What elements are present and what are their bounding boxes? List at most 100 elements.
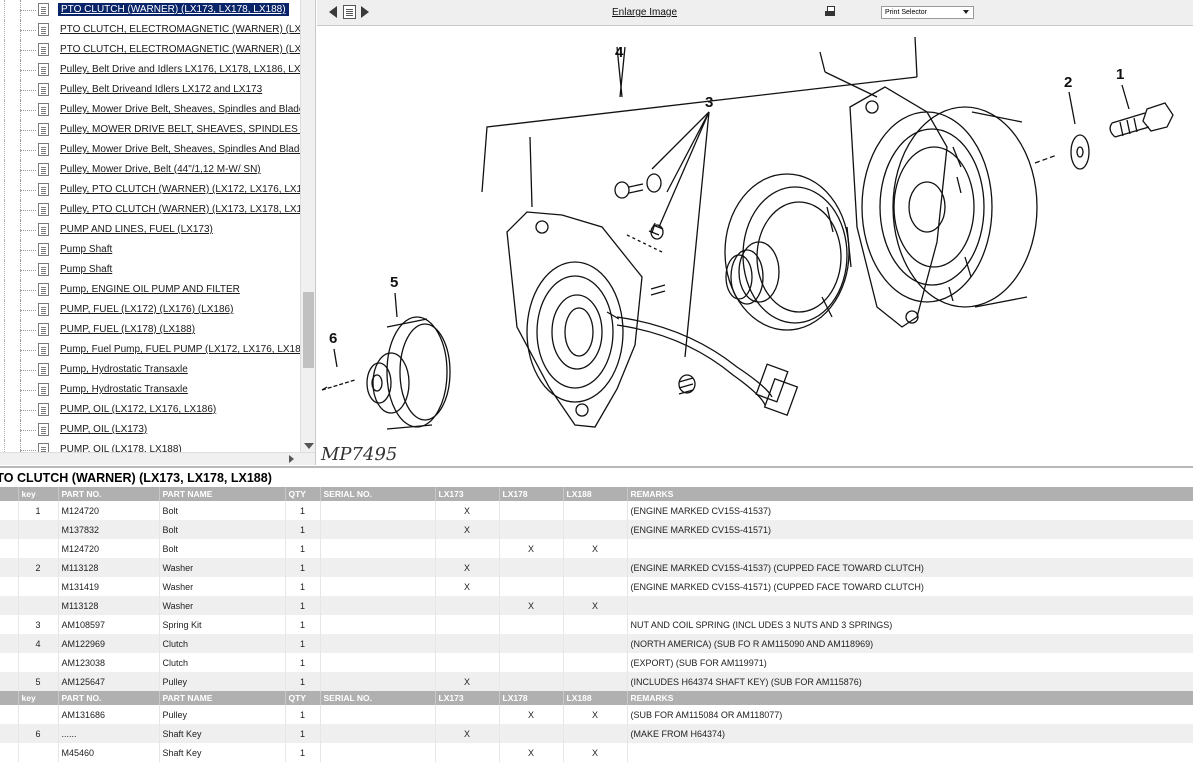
tree-vertical-scrollbar[interactable] (300, 0, 315, 452)
table-row[interactable]: 6...... Shaft Key 1 X (MAKE FROM H64374) (0, 724, 1193, 743)
tree-item-label[interactable]: Pulley, Belt Drive and Idlers LX176, LX1… (60, 63, 300, 76)
previous-arrow-icon[interactable] (329, 4, 339, 20)
key-cell (18, 577, 59, 596)
next-arrow-icon[interactable] (361, 4, 371, 20)
tree-item-label[interactable]: Pump Shaft (60, 243, 112, 256)
table-row[interactable]: M137832 Bolt 1 X (ENGINE MARKED CV15S-41571) (0, 520, 1193, 539)
enlarge-image-link[interactable]: Enlarge Image (612, 7, 677, 18)
column-header: PART NAME (159, 487, 286, 501)
tree-item-label[interactable]: Pulley, Mower Drive Belt, Sheaves, Spind… (60, 103, 300, 116)
tree-item[interactable]: Pump Shaft (0, 240, 300, 260)
tree-item[interactable]: PUMP, OIL (LX178, LX188) (0, 440, 300, 452)
tree-item[interactable]: PUMP, FUEL (LX178) (LX188) (0, 320, 300, 340)
tree-item[interactable]: Pulley, MOWER DRIVE BELT, SHEAVES, SPIND… (0, 120, 300, 140)
table-row[interactable]: 4 AM122969 Clutch 1 (NORTH AMERICA) (SUB FO … (0, 634, 1193, 653)
table-row[interactable]: 3 AM108597 Spring Kit 1 NUT AND COIL SPRING … (0, 615, 1193, 634)
document-icon (38, 403, 49, 416)
tree-horizontal-scrollbar[interactable] (0, 452, 315, 465)
row-spacer-cell (0, 724, 19, 743)
part-name-cell: Bolt (159, 501, 286, 520)
table-row[interactable]: 1 M124720 Bolt 1 X (ENGINE MARKED CV15S-41537… (0, 501, 1193, 520)
serial-number-cell (320, 520, 436, 539)
tree-item-label[interactable]: Pulley, PTO CLUTCH (WARNER) (LX173, LX17… (60, 203, 300, 216)
tree-item-label[interactable]: Pump, Fuel Pump, FUEL PUMP (LX172, LX176… (60, 343, 300, 356)
tree-item-label[interactable]: PTO CLUTCH, ELECTROMAGNETIC (WARNER) (LX… (60, 43, 300, 56)
tree-item[interactable]: Pulley, Belt Drive and Idlers LX176, LX1… (0, 60, 300, 80)
tree-item-label[interactable]: Pump Shaft (60, 263, 112, 276)
serial-number-cell (320, 705, 436, 724)
table-row[interactable]: M131419 Washer 1 X (ENGINE MARKED CV15S-4157… (0, 577, 1193, 596)
tree-item-label[interactable]: Pulley, PTO CLUTCH (WARNER) (LX172, LX17… (60, 183, 300, 196)
tree-item[interactable]: Pulley, PTO CLUTCH (WARNER) (LX173, LX17… (0, 200, 300, 220)
table-row[interactable]: M124720 Bolt 1 X X (0, 539, 1193, 558)
part-name-cell: Washer (159, 577, 286, 596)
qty-cell: 1 (285, 724, 321, 743)
callout-4: 4 (615, 44, 624, 61)
remarks-cell: (NORTH AMERICA) (SUB FO R AM115090 AND A… (627, 634, 1193, 653)
tree-item-label[interactable]: Pulley, Belt Driveand Idlers LX172 and L… (60, 83, 262, 96)
tree-item-label[interactable]: Pump, Hydrostatic Transaxle (60, 383, 188, 396)
tree-item[interactable]: Pump, ENGINE OIL PUMP AND FILTER (0, 280, 300, 300)
tree-item-label[interactable]: PUMP, FUEL (LX172) (LX176) (LX186) (60, 303, 233, 316)
tree-item[interactable]: PUMP AND LINES, FUEL (LX173) (0, 220, 300, 240)
tree-item-label[interactable]: PTO CLUTCH (WARNER) (LX173, LX178, LX188… (58, 3, 289, 16)
lx178-cell (499, 724, 564, 743)
table-row[interactable]: M45460 Shaft Key 1 X X (0, 743, 1193, 762)
column-header: LX173 (435, 691, 500, 705)
tree-item-label[interactable]: Pulley, Mower Drive, Belt (44"/1,12 M-W/… (60, 163, 261, 176)
tree-item[interactable]: PUMP, OIL (LX172, LX176, LX186) (0, 400, 300, 420)
table-row[interactable]: 5 AM125647 Pulley 1 X (INCLUDES H64374 SHAFT … (0, 672, 1193, 691)
tree-branch-line (20, 250, 36, 251)
tree-item-label[interactable]: Pump, Hydrostatic Transaxle (60, 363, 188, 376)
tree-item[interactable]: PTO CLUTCH, ELECTROMAGNETIC (WARNER) (LX… (0, 20, 300, 40)
qty-cell: 1 (285, 501, 321, 520)
clutch-armature (724, 173, 852, 331)
tree-item-label[interactable]: PTO CLUTCH, ELECTROMAGNETIC (WARNER) (LX… (60, 23, 300, 36)
tree-item[interactable]: Pump, Hydrostatic Transaxle (0, 360, 300, 380)
serial-number-cell (320, 615, 436, 634)
print-selector-dropdown[interactable]: Print Selector (881, 6, 974, 19)
tree-item[interactable]: Pump, Fuel Pump, FUEL PUMP (LX172, LX176… (0, 340, 300, 360)
tree-branch-line (20, 230, 36, 231)
tree-item-label[interactable]: PUMP AND LINES, FUEL (LX173) (60, 223, 213, 236)
tree-item[interactable]: PTO CLUTCH, ELECTROMAGNETIC (WARNER) (LX… (0, 40, 300, 60)
column-header: LX178 (499, 691, 564, 705)
tree-item[interactable]: Pulley, Belt Driveand Idlers LX172 and L… (0, 80, 300, 100)
diagram-pane: Enlarge Image Print Selector 1 2 3 4 5 6 (317, 0, 1193, 465)
document-icon (38, 243, 49, 256)
tree-item-label[interactable]: PUMP, FUEL (LX178) (LX188) (60, 323, 195, 336)
scroll-right-icon[interactable] (289, 455, 294, 463)
row-spacer-cell (0, 672, 19, 691)
lx178-cell (499, 558, 564, 577)
table-row[interactable]: M113128 Washer 1 X X (0, 596, 1193, 615)
qty-cell: 1 (285, 577, 321, 596)
tree-guide-line (4, 160, 5, 180)
tree-item-label[interactable]: Pulley, Mower Drive Belt, Sheaves, Spind… (60, 143, 300, 156)
part-number-cell: M113128 (58, 558, 160, 577)
tree-item-label[interactable]: PUMP, OIL (LX173) (60, 423, 147, 436)
tree-item-label[interactable]: PUMP, OIL (LX172, LX176, LX186) (60, 403, 216, 416)
table-row[interactable]: AM131686 Pulley 1 X X (SUB FOR AM115084 OR AM… (0, 705, 1193, 724)
tree-item[interactable]: Pulley, Mower Drive Belt, Sheaves, Spind… (0, 140, 300, 160)
table-row[interactable]: AM123038 Clutch 1 (EXPORT) (SUB FOR AM11997… (0, 653, 1193, 672)
document-icon[interactable] (343, 5, 356, 19)
tree-item[interactable]: PTO CLUTCH (WARNER) (LX173, LX178, LX188… (0, 0, 300, 20)
tree-item[interactable]: Pulley, Mower Drive Belt, Sheaves, Spind… (0, 100, 300, 120)
scroll-down-icon[interactable] (304, 443, 314, 449)
document-icon (38, 303, 49, 316)
tree-item[interactable]: Pulley, Mower Drive, Belt (44"/1,12 M-W/… (0, 160, 300, 180)
tree-item[interactable]: Pulley, PTO CLUTCH (WARNER) (LX172, LX17… (0, 180, 300, 200)
tree-item-label[interactable]: Pulley, MOWER DRIVE BELT, SHEAVES, SPIND… (60, 123, 300, 136)
document-icon (38, 143, 49, 156)
tree-guide-line (4, 60, 5, 80)
tree-item[interactable]: Pump Shaft (0, 260, 300, 280)
tree-item[interactable]: Pump, Hydrostatic Transaxle (0, 380, 300, 400)
tree-item-label[interactable]: PUMP, OIL (LX178, LX188) (60, 443, 182, 452)
tree-item[interactable]: PUMP, OIL (LX173) (0, 420, 300, 440)
table-row[interactable]: 2 M113128 Washer 1 X (ENGINE MARKED CV15S-415… (0, 558, 1193, 577)
tree-scroll-thumb[interactable] (303, 292, 314, 368)
print-icon[interactable] (825, 6, 836, 18)
tree-item-label[interactable]: Pump, ENGINE OIL PUMP AND FILTER (60, 283, 240, 296)
tree-item[interactable]: PUMP, FUEL (LX172) (LX176) (LX186) (0, 300, 300, 320)
qty-cell: 1 (285, 672, 321, 691)
